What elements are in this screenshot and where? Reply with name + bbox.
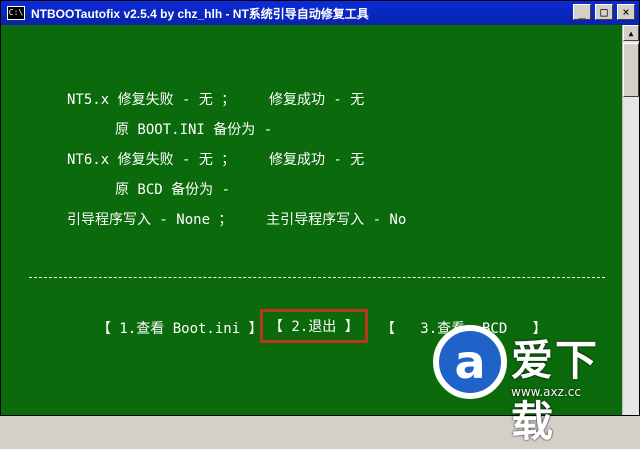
maximize-button[interactable]: □ xyxy=(595,4,613,20)
watermark-logo-icon: a xyxy=(433,325,507,399)
nt6-backup-line: 原 BCD 备份为 - xyxy=(115,182,231,198)
console-window: C:\ NTBOOTautofix v2.5.4 by chz_hlh - NT… xyxy=(0,0,640,446)
title-bar[interactable]: C:\ NTBOOTautofix v2.5.4 by chz_hlh - NT… xyxy=(1,1,639,25)
close-icon: × xyxy=(622,5,630,19)
watermark-url: www.axz.cc xyxy=(511,385,581,399)
exit-option[interactable]: 【 2.退出 】 xyxy=(260,309,368,343)
console-icon-label: C:\ xyxy=(8,8,24,17)
window-controls: _ □ × xyxy=(573,4,635,20)
scrollbar-thumb[interactable] xyxy=(623,43,639,97)
window-title: NTBOOTautofix v2.5.4 by chz_hlh - NT系统引导… xyxy=(31,6,369,21)
watermark-logo-glyph: a xyxy=(454,335,486,389)
bootloader-write-line: 引导程序写入 - None ； 主引导程序写入 - No xyxy=(67,212,407,228)
maximize-icon: □ xyxy=(600,5,608,19)
view-boot-ini-option[interactable]: 【 1.查看 Boot.ini 】 xyxy=(97,318,263,338)
watermark: a 爱下载 www.axz.cc xyxy=(433,315,633,446)
minimize-button[interactable]: _ xyxy=(573,4,591,20)
close-button[interactable]: × xyxy=(617,4,635,20)
nt6-status-line: NT6.x 修复失败 - 无 ； 修复成功 - 无 xyxy=(67,152,365,168)
separator-line xyxy=(29,277,605,278)
console-app-icon: C:\ xyxy=(7,6,25,20)
nt5-backup-line: 原 BOOT.INI 备份为 - xyxy=(115,122,273,138)
nt5-status-line: NT5.x 修复失败 - 无 ； 修复成功 - 无 xyxy=(67,92,365,108)
minimize-icon: _ xyxy=(578,5,586,19)
scroll-up-arrow-icon[interactable]: ▲ xyxy=(623,25,639,41)
